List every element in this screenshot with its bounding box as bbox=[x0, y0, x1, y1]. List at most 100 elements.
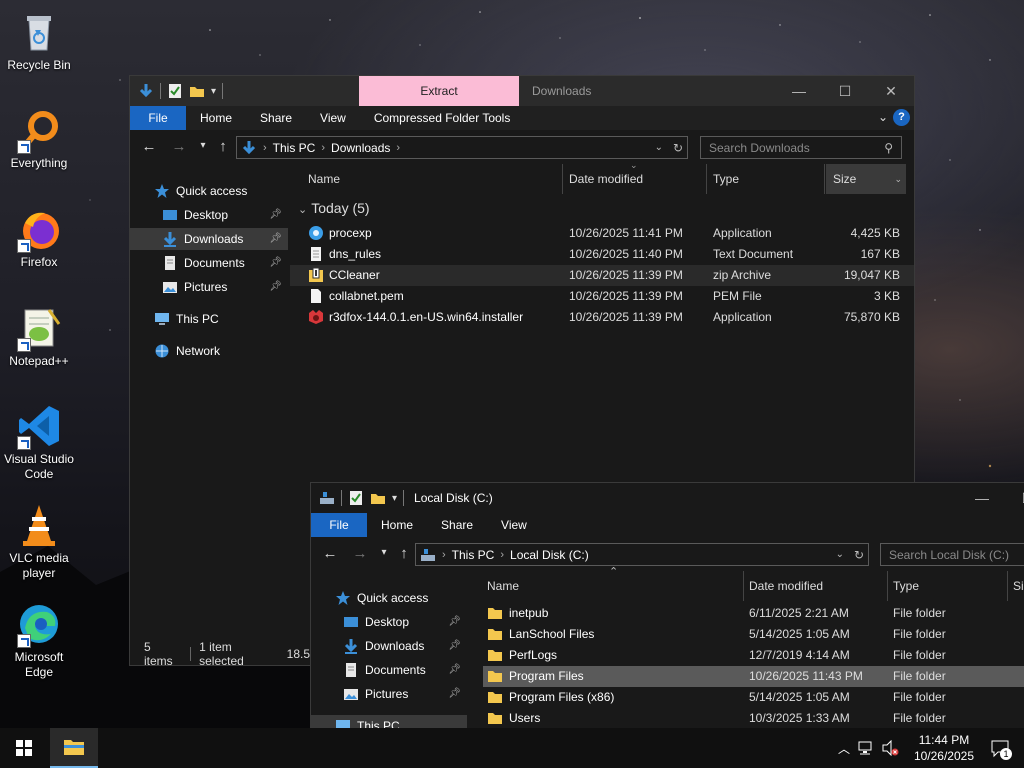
title-bar[interactable]: ▾ Extract Downloads — ☐ ✕ bbox=[130, 76, 914, 106]
file-row[interactable]: r3dfox-144.0.1.en-US.win64.installer 10/… bbox=[290, 307, 914, 328]
file-row[interactable]: collabnet.pem 10/26/2025 11:39 PM PEM Fi… bbox=[290, 286, 914, 307]
minimize-button[interactable]: — bbox=[776, 76, 822, 106]
volume-muted-icon[interactable] bbox=[882, 740, 900, 756]
nav-this-pc[interactable]: This PC bbox=[130, 308, 288, 330]
column-header-name[interactable]: Name bbox=[308, 164, 340, 194]
breadcrumb-this-pc[interactable]: This PC bbox=[273, 141, 316, 155]
file-row[interactable]: procexp 10/26/2025 11:41 PM Application … bbox=[290, 223, 914, 244]
recent-locations-chevron-icon[interactable]: ▾ bbox=[375, 547, 393, 558]
desktop-icon-vscode[interactable]: Visual Studio Code bbox=[0, 402, 78, 482]
breadcrumb-this-pc[interactable]: This PC bbox=[452, 548, 495, 562]
nav-quick-access[interactable]: Quick access bbox=[130, 180, 288, 202]
up-arrow-icon[interactable]: ↑ bbox=[214, 138, 232, 155]
pin-icon[interactable]: 📌︎ bbox=[269, 233, 282, 244]
file-row[interactable]: dns_rules 10/26/2025 11:40 PM Text Docum… bbox=[290, 244, 914, 265]
tab-home[interactable]: Home bbox=[186, 106, 246, 130]
minimize-button[interactable]: — bbox=[959, 483, 1005, 513]
folder-row[interactable]: LanSchool Files 5/14/2025 1:05 AM File f… bbox=[469, 624, 1024, 645]
nav-network[interactable]: Network bbox=[130, 340, 288, 362]
desktop-icon-vlc[interactable]: VLC media player bbox=[0, 501, 78, 581]
new-folder-icon[interactable] bbox=[370, 490, 386, 506]
column-header-type[interactable]: Type bbox=[893, 571, 919, 601]
nav-pictures[interactable]: Pictures 📌︎ bbox=[130, 276, 288, 298]
close-button[interactable]: ✕ bbox=[868, 76, 914, 106]
customize-qat-icon[interactable]: ▾ bbox=[392, 493, 397, 504]
breadcrumb-downloads[interactable]: Downloads bbox=[331, 141, 390, 155]
breadcrumb-local-disk[interactable]: Local Disk (C:) bbox=[510, 548, 589, 562]
expand-ribbon-icon[interactable]: ⌄ bbox=[878, 110, 888, 124]
local-disk-window[interactable]: ▾ Local Disk (C:) — ☐ File Home Share Vi… bbox=[310, 482, 1024, 732]
folder-row[interactable]: Users 10/3/2025 1:33 AM File folder bbox=[469, 708, 1024, 729]
column-header-size[interactable]: Si bbox=[1013, 571, 1024, 601]
search-input[interactable]: Search Downloads ⚲ bbox=[700, 136, 902, 159]
properties-checkmark-icon[interactable] bbox=[167, 83, 183, 99]
tab-view[interactable]: View bbox=[306, 106, 360, 130]
desktop-icon-edge[interactable]: Microsoft Edge bbox=[0, 600, 78, 680]
start-button[interactable] bbox=[0, 728, 48, 768]
maximize-button[interactable]: ☐ bbox=[1005, 483, 1024, 513]
collapse-chevron-icon[interactable]: ⌄ bbox=[298, 204, 307, 216]
forward-arrow-icon[interactable]: → bbox=[170, 138, 188, 155]
pin-icon[interactable]: 📌︎ bbox=[448, 688, 461, 699]
new-folder-icon[interactable] bbox=[189, 83, 205, 99]
pin-icon[interactable]: 📌︎ bbox=[269, 209, 282, 220]
folder-row[interactable]: PerfLogs 12/7/2019 4:14 AM File folder bbox=[469, 645, 1024, 666]
tab-compressed-folder-tools[interactable]: Compressed Folder Tools bbox=[360, 106, 525, 130]
address-dropdown-chevron-icon[interactable]: ⌄ bbox=[655, 142, 663, 153]
nav-pictures[interactable]: Pictures 📌︎ bbox=[311, 683, 467, 705]
tab-view[interactable]: View bbox=[487, 513, 541, 537]
column-header-size[interactable]: Size ⌄ bbox=[826, 164, 906, 194]
tab-share[interactable]: Share bbox=[246, 106, 306, 130]
tab-file[interactable]: File bbox=[130, 106, 186, 130]
column-header-date[interactable]: Date modified bbox=[749, 571, 823, 601]
forward-arrow-icon[interactable]: → bbox=[351, 545, 369, 562]
clock[interactable]: 11:44 PM 10/26/2025 bbox=[914, 732, 974, 764]
customize-qat-icon[interactable]: ▾ bbox=[211, 86, 216, 97]
tab-share[interactable]: Share bbox=[427, 513, 487, 537]
title-bar[interactable]: ▾ Local Disk (C:) — ☐ bbox=[311, 483, 1024, 513]
pin-icon[interactable]: 📌︎ bbox=[448, 616, 461, 627]
column-filter-chevron-icon[interactable]: ⌄ bbox=[894, 174, 902, 185]
nav-documents[interactable]: Documents 📌︎ bbox=[130, 252, 288, 274]
pin-icon[interactable]: 📌︎ bbox=[448, 664, 461, 675]
nav-desktop[interactable]: Desktop 📌︎ bbox=[311, 611, 467, 633]
desktop-icon-firefox[interactable]: Firefox bbox=[0, 205, 78, 270]
show-hidden-icons-chevron-icon[interactable]: ︿ bbox=[838, 740, 850, 757]
address-bar[interactable]: › This PC › Downloads › ⌄ ↻ bbox=[236, 136, 688, 159]
recent-locations-chevron-icon[interactable]: ▾ bbox=[194, 140, 212, 151]
search-input[interactable]: Search Local Disk (C:) bbox=[880, 543, 1024, 566]
maximize-button[interactable]: ☐ bbox=[822, 76, 868, 106]
address-dropdown-chevron-icon[interactable]: ⌄ bbox=[836, 549, 844, 560]
up-arrow-icon[interactable]: ↑ bbox=[395, 545, 413, 562]
nav-downloads[interactable]: Downloads 📌︎ bbox=[130, 228, 288, 250]
tab-home[interactable]: Home bbox=[367, 513, 427, 537]
notification-center-icon[interactable]: 1 bbox=[990, 738, 1012, 760]
download-arrow-icon[interactable] bbox=[138, 83, 154, 99]
nav-desktop[interactable]: Desktop 📌︎ bbox=[130, 204, 288, 226]
back-arrow-icon[interactable]: ← bbox=[321, 545, 339, 562]
back-arrow-icon[interactable]: ← bbox=[140, 138, 158, 155]
nav-documents[interactable]: Documents 📌︎ bbox=[311, 659, 467, 681]
refresh-icon[interactable]: ↻ bbox=[854, 548, 864, 562]
folder-row[interactable]: Program Files (x86) 5/14/2025 1:05 AM Fi… bbox=[469, 687, 1024, 708]
desktop-icon-everything[interactable]: Everything bbox=[0, 106, 78, 171]
file-row[interactable]: CCleaner 10/26/2025 11:39 PM zip Archive… bbox=[290, 265, 914, 286]
nav-quick-access[interactable]: Quick access bbox=[311, 587, 467, 609]
folder-row[interactable]: Program Files 10/26/2025 11:43 PM File f… bbox=[483, 666, 1024, 687]
pin-icon[interactable]: 📌︎ bbox=[448, 640, 461, 651]
column-header-name[interactable]: Name bbox=[487, 571, 519, 601]
address-bar[interactable]: › This PC › Local Disk (C:) ⌄ ↻ bbox=[415, 543, 869, 566]
properties-checkmark-icon[interactable] bbox=[348, 490, 364, 506]
network-status-icon[interactable] bbox=[858, 740, 876, 756]
tab-file[interactable]: File bbox=[311, 513, 367, 537]
group-header-today[interactable]: ⌄ Today (5) bbox=[298, 200, 370, 216]
pin-icon[interactable]: 📌︎ bbox=[269, 281, 282, 292]
desktop-icon-recycle-bin[interactable]: Recycle Bin bbox=[0, 8, 78, 73]
help-icon[interactable]: ? bbox=[893, 109, 910, 126]
extract-context-tab[interactable]: Extract bbox=[359, 76, 519, 106]
refresh-icon[interactable]: ↻ bbox=[673, 141, 683, 155]
pin-icon[interactable]: 📌︎ bbox=[269, 257, 282, 268]
taskbar-file-explorer[interactable] bbox=[50, 728, 98, 768]
column-header-type[interactable]: Type bbox=[713, 164, 739, 194]
desktop-icon-notepadpp[interactable]: Notepad++ bbox=[0, 304, 78, 369]
